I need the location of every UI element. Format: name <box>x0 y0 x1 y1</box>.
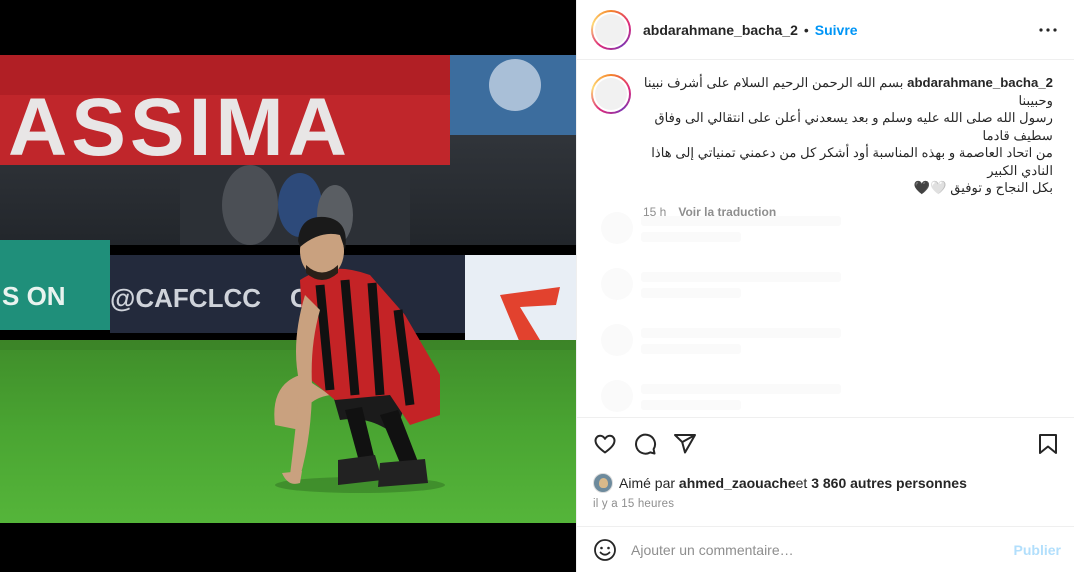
comment-composer: Publier <box>577 526 1074 572</box>
share-icon[interactable] <box>673 432 697 456</box>
comments-section[interactable]: abdarahmane_bacha_2 بسم الله الرحمن الرح… <box>577 60 1074 418</box>
caption-text: abdarahmane_bacha_2 بسم الله الرحمن الرح… <box>643 74 1053 197</box>
likes-middle: et <box>795 475 808 491</box>
likes-prefix: Aimé par <box>619 475 676 491</box>
caption-line-2: رسول الله صلى الله عليه وسلم و بعد يسعدن… <box>654 110 1053 143</box>
more-options-icon[interactable] <box>1036 18 1060 42</box>
post-actions-bar <box>577 418 1074 470</box>
caption-username[interactable]: abdarahmane_bacha_2 <box>907 75 1053 90</box>
likes-summary: Aimé par ahmed_zaouache et 3 860 autres … <box>577 470 1074 496</box>
post-timestamp[interactable]: il y a 15 heures <box>577 496 1074 512</box>
caption-line-4: بكل النجاح و توفيق 🤍🖤 <box>913 180 1053 195</box>
post-header: abdarahmane_bacha_2 • Suivre <box>577 0 1074 60</box>
post-side-panel: abdarahmane_bacha_2 • Suivre abdarahmane… <box>576 0 1074 572</box>
separator-dot: • <box>803 21 809 38</box>
comment-input[interactable] <box>631 541 1014 558</box>
caption-block: abdarahmane_bacha_2 بسم الله الرحمن الرح… <box>577 60 1074 219</box>
post-media[interactable]: ASSIMA S ON @CAFCLCC CLCC <box>0 0 576 572</box>
follow-button[interactable]: Suivre <box>815 22 858 38</box>
author-avatar[interactable] <box>591 9 631 50</box>
publish-button[interactable]: Publier <box>1014 542 1061 558</box>
caption-avatar[interactable] <box>591 74 631 114</box>
comment-icon[interactable] <box>633 432 657 456</box>
post-photo[interactable]: ASSIMA S ON @CAFCLCC CLCC <box>0 55 576 523</box>
photo-banner-text: ASSIMA <box>8 82 351 173</box>
emoji-icon[interactable] <box>593 538 617 562</box>
heart-icon[interactable] <box>593 432 617 456</box>
caption-line-3: من اتحاد العاصمة و بهذه المناسبة أود أشك… <box>651 145 1053 178</box>
liker-avatar[interactable] <box>593 473 613 493</box>
photo-board-text-2: @CAFCLCC <box>110 283 261 313</box>
bookmark-icon[interactable] <box>1036 432 1060 456</box>
author-username[interactable]: abdarahmane_bacha_2 <box>643 22 798 38</box>
photo-board-text-1: S ON <box>2 281 66 311</box>
liker-username[interactable]: ahmed_zaouache <box>679 475 796 491</box>
likes-others[interactable]: 3 860 autres personnes <box>811 475 967 491</box>
